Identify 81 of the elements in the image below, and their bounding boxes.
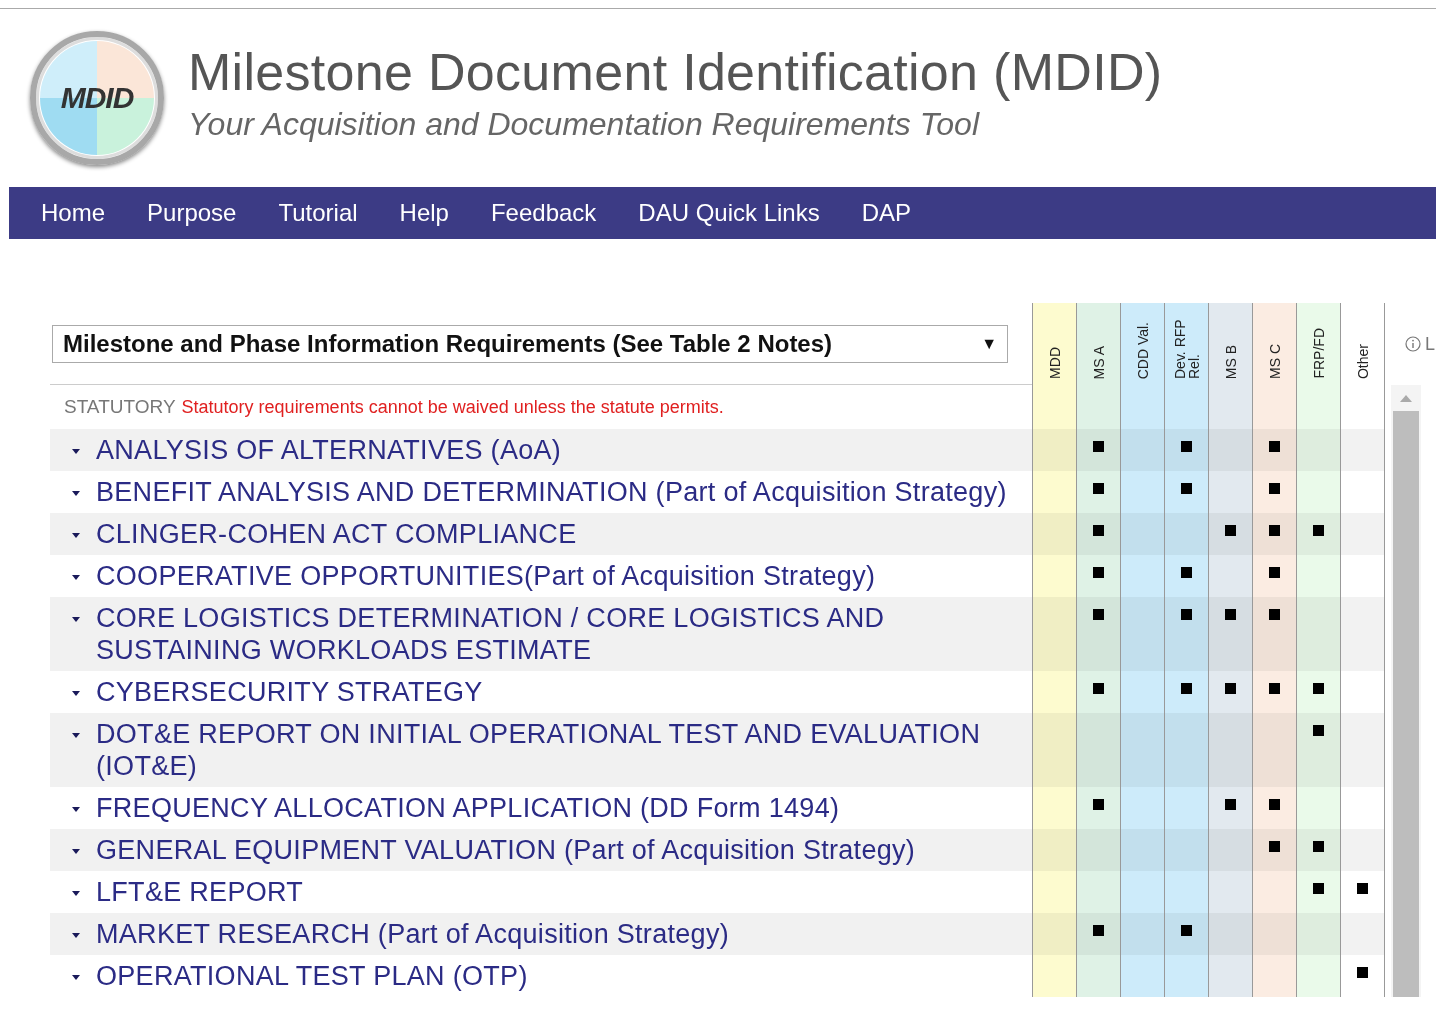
table-cell <box>1340 385 1385 429</box>
nav-link[interactable]: DAU Quick Links <box>638 199 820 227</box>
square-marker-icon <box>1225 799 1236 810</box>
square-marker-icon <box>1313 525 1324 536</box>
requirement-link[interactable]: LFT&E REPORT <box>96 876 1026 908</box>
square-marker-icon <box>1269 799 1280 810</box>
site-subtitle: Your Acquisition and Documentation Requirements Tool <box>188 105 981 144</box>
info-icon <box>1405 336 1421 352</box>
logo: MDID <box>30 31 164 165</box>
square-marker-icon <box>1269 567 1280 578</box>
square-marker-icon <box>1269 441 1280 452</box>
category-label: STATUTORY <box>64 395 176 419</box>
square-marker-icon <box>1225 609 1236 620</box>
square-marker-icon <box>1313 725 1324 736</box>
square-marker-icon <box>1225 525 1236 536</box>
requirement-link[interactable]: FREQUENCY ALLOCATION APPLICATION (DD Form 1494) <box>96 792 1026 824</box>
requirement-link[interactable]: COOPERATIVE OPPORTUNITIES(Part of Acquisition Strategy) <box>96 560 1026 592</box>
square-marker-icon <box>1181 609 1192 620</box>
caret-icon[interactable] <box>70 489 82 497</box>
table-cell <box>1120 385 1164 429</box>
column-header: MS A <box>1076 303 1120 385</box>
caret-icon[interactable] <box>70 931 82 939</box>
square-marker-icon <box>1225 683 1236 694</box>
square-marker-icon <box>1093 799 1104 810</box>
caret-icon[interactable] <box>70 573 82 581</box>
caret-icon[interactable] <box>70 731 82 739</box>
square-marker-icon <box>1093 483 1104 494</box>
square-marker-icon <box>1313 883 1324 894</box>
square-marker-icon <box>1313 841 1324 852</box>
square-marker-icon <box>1269 841 1280 852</box>
square-marker-icon <box>1269 683 1280 694</box>
square-marker-icon <box>1357 883 1368 894</box>
nav-link[interactable]: Tutorial <box>278 199 358 227</box>
square-marker-icon <box>1093 441 1104 452</box>
column-header: Dev. RFP Rel. <box>1164 303 1208 385</box>
nav-link[interactable]: Help <box>399 199 449 227</box>
square-marker-icon <box>1093 609 1104 620</box>
square-marker-icon <box>1181 925 1192 936</box>
column-header: FRP/FD <box>1296 303 1340 385</box>
square-marker-icon <box>1181 483 1192 494</box>
column-header: CDD Val. <box>1120 303 1164 385</box>
square-marker-icon <box>1093 567 1104 578</box>
column-header: MS C <box>1252 303 1296 385</box>
caret-icon[interactable] <box>70 805 82 813</box>
square-marker-icon <box>1093 525 1104 536</box>
requirement-link[interactable]: OPERATIONAL TEST PLAN (OTP) <box>96 960 1026 992</box>
table-cell <box>1208 385 1252 429</box>
scrollbar[interactable] <box>1391 385 1421 997</box>
caret-icon[interactable] <box>70 847 82 855</box>
square-marker-icon <box>1313 683 1324 694</box>
caret-icon[interactable] <box>70 689 82 697</box>
info-label: L <box>1425 333 1435 355</box>
table-cell <box>1296 385 1340 429</box>
square-marker-icon <box>1269 609 1280 620</box>
column-header: Other <box>1340 303 1385 385</box>
caret-icon[interactable] <box>70 447 82 455</box>
category-note: Statutory requirements cannot be waived unless the statute permits. <box>181 396 724 419</box>
square-marker-icon <box>1093 683 1104 694</box>
square-marker-icon <box>1357 967 1368 978</box>
nav-link[interactable]: Home <box>41 199 106 227</box>
square-marker-icon <box>1093 925 1104 936</box>
nav-link[interactable]: DAP <box>861 199 912 227</box>
square-marker-icon <box>1181 683 1192 694</box>
square-marker-icon <box>1269 483 1280 494</box>
nav-link[interactable]: Purpose <box>147 199 237 227</box>
table-cell <box>1032 385 1076 429</box>
square-marker-icon <box>1181 441 1192 452</box>
column-header: MDD <box>1032 303 1076 385</box>
caret-icon[interactable] <box>70 615 82 623</box>
column-header: MS B <box>1208 303 1252 385</box>
square-marker-icon <box>1181 567 1192 578</box>
square-marker-icon <box>1269 525 1280 536</box>
requirement-link[interactable]: CYBERSECURITY STRATEGY <box>96 676 1026 708</box>
requirements-dropdown[interactable]: Milestone and Phase Information Requirements (See Table 2 Notes) ▼ <box>52 324 1008 363</box>
caret-icon[interactable] <box>70 973 82 981</box>
caret-icon[interactable] <box>70 531 82 539</box>
nav-link[interactable]: Feedback <box>490 199 597 227</box>
requirement-link[interactable]: BENEFIT ANALYSIS AND DETERMINATION (Part of Acquisition Strategy) <box>96 476 1026 508</box>
caret-icon[interactable] <box>70 889 82 897</box>
site-title: Milestone Document Identification (MDID) <box>188 42 1163 103</box>
scrollbar-thumb[interactable] <box>1393 411 1419 997</box>
